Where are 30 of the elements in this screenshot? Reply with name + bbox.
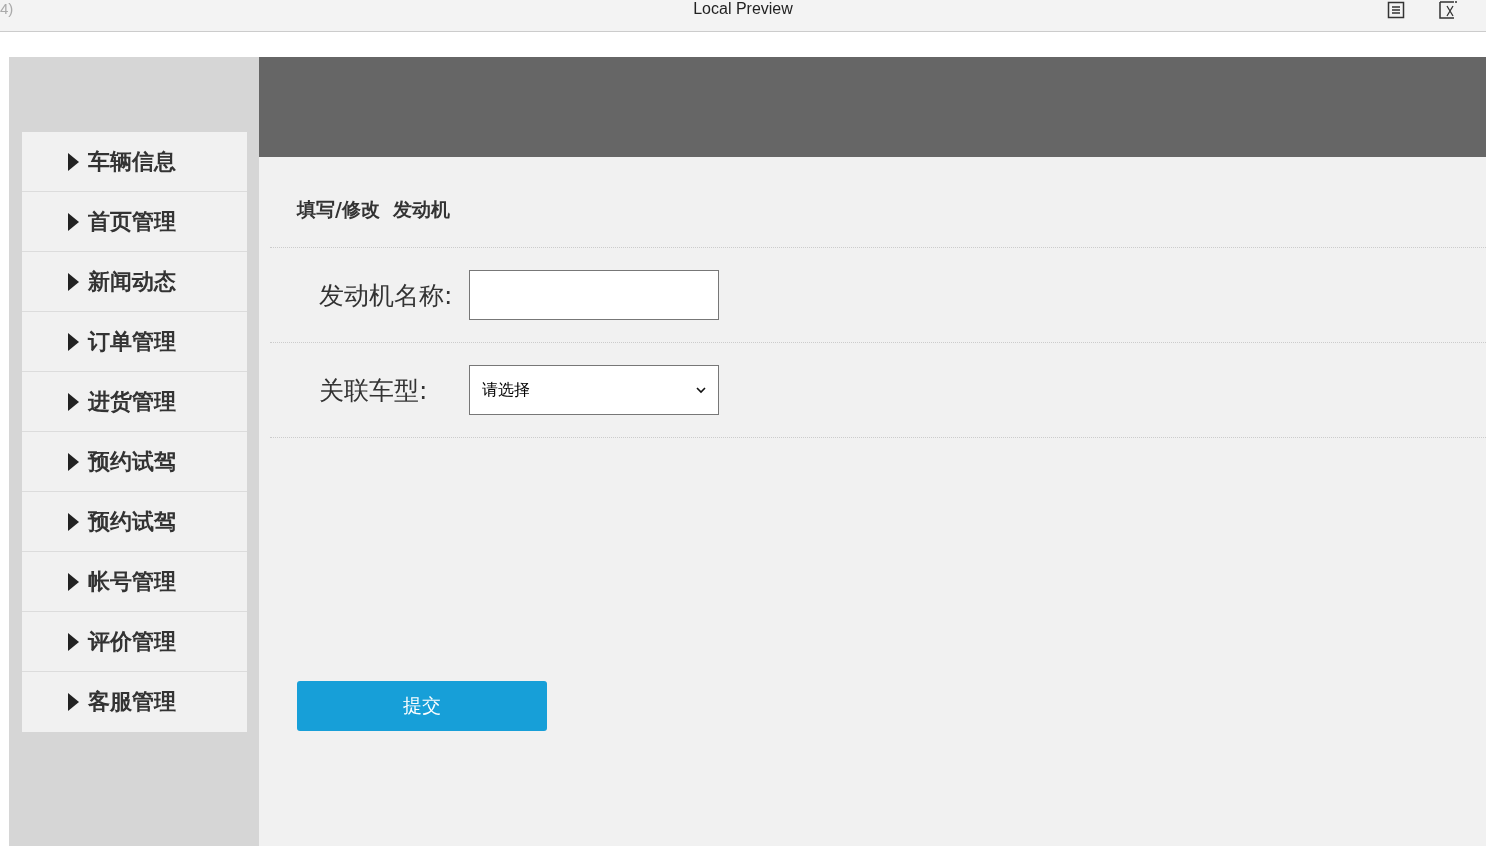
sidebar-item[interactable]: 订单管理 [22,312,247,372]
field-label: 发动机名称: [319,279,454,312]
caret-icon [68,332,79,351]
caret-icon [68,152,79,171]
caret-icon [68,512,79,531]
sidebar-item[interactable]: 进货管理 [22,372,247,432]
sidebar-item[interactable]: 评价管理 [22,612,247,672]
form-title: 填写/修改 发动机 [270,157,1486,248]
caret-icon [68,693,79,711]
truncated-text: 4) [0,0,14,17]
caret-icon [68,572,79,591]
field-label: 关联车型: [319,374,429,407]
caret-icon [68,632,79,651]
caret-icon [68,392,79,411]
sidebar-item[interactable]: 预约试驾 [22,432,247,492]
window-title: Local Preview [693,0,793,18]
caret-icon [68,452,79,471]
chevron-down-icon [696,386,706,394]
select-field[interactable]: 请选择 [469,365,719,415]
sidebar-item[interactable]: 预约试驾 [22,492,247,552]
caret-icon [68,212,79,231]
sidebar-item[interactable]: 首页管理 [22,192,247,252]
list-icon[interactable] [1387,1,1405,19]
sidebar-item[interactable]: 车辆信息 [22,132,247,192]
caret-icon [68,272,79,291]
input-field[interactable] [469,270,719,320]
sidebar-item[interactable]: 新闻动态 [22,252,247,312]
sidebar-item[interactable]: 客服管理 [22,672,247,732]
sidebar-item[interactable]: 帐号管理 [22,552,247,612]
formula-icon[interactable] [1438,1,1458,19]
